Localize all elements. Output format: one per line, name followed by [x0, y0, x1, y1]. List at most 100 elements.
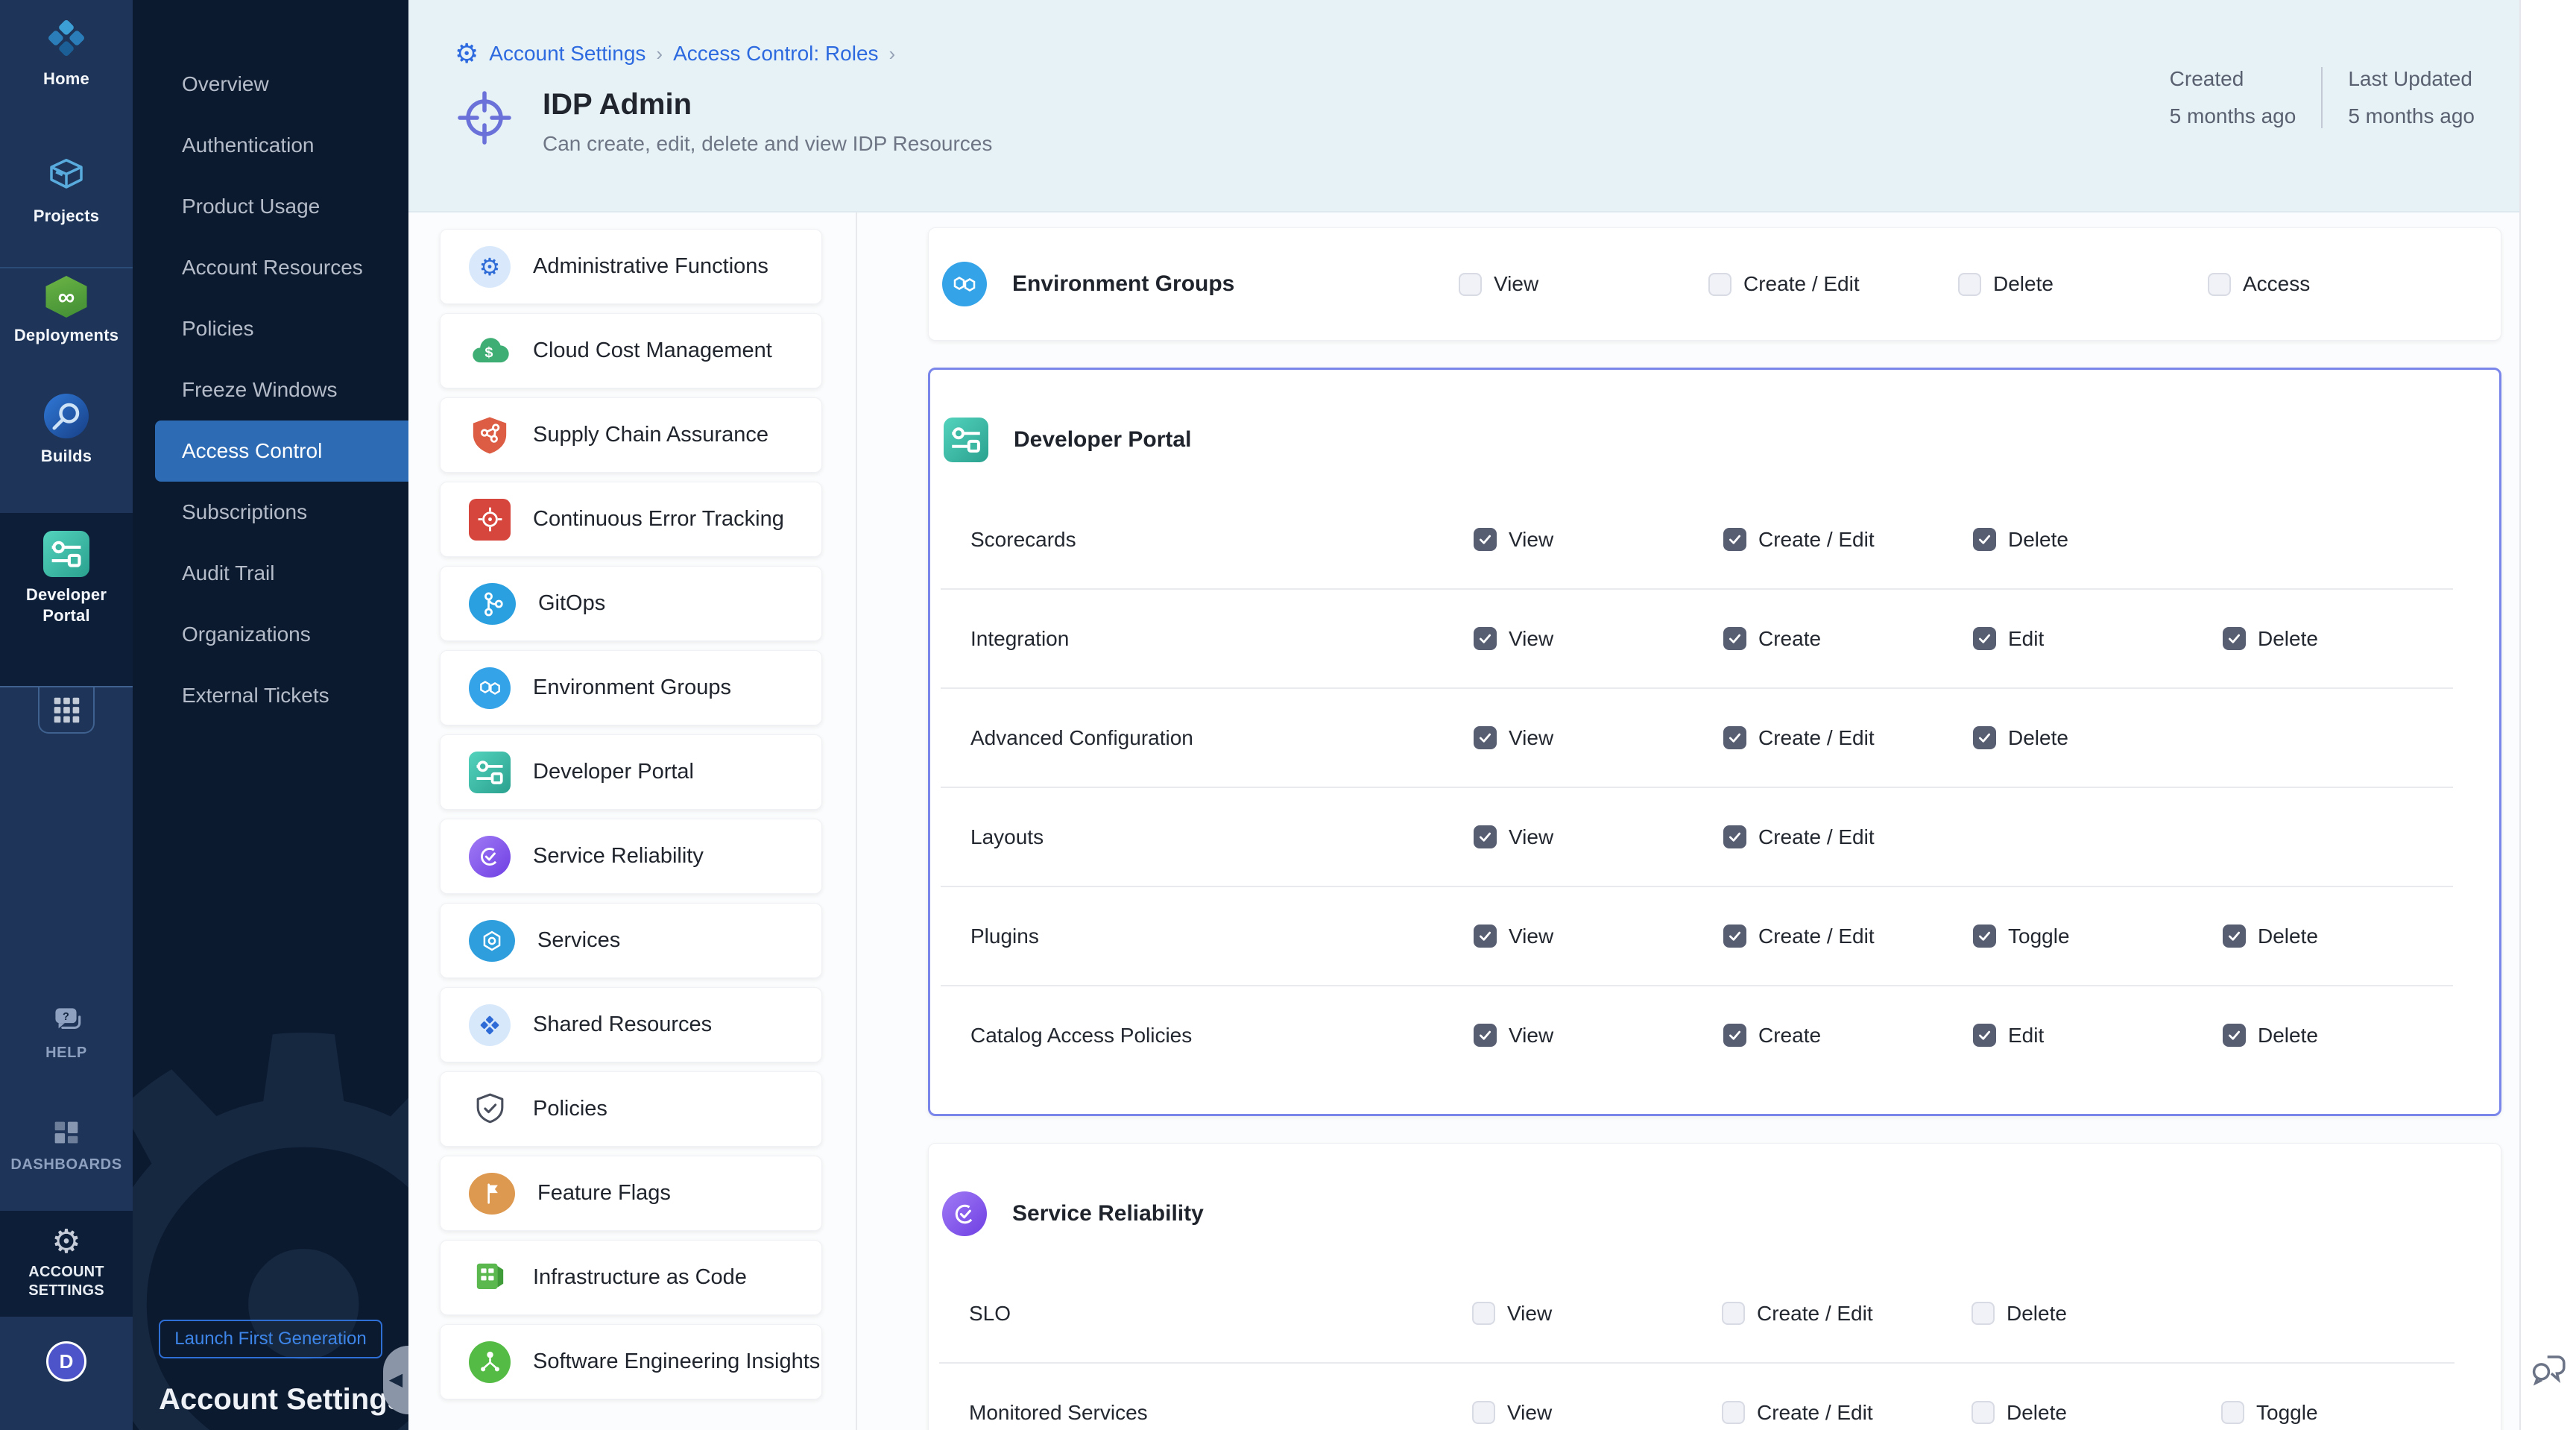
permission-edit: Edit: [1973, 627, 2223, 651]
resource-list-item-policies[interactable]: Policies: [440, 1071, 822, 1147]
sidebar-item-freeze-windows[interactable]: Freeze Windows: [133, 359, 408, 421]
sidebar-item-product-usage[interactable]: Product Usage: [133, 176, 408, 237]
permission-row-label: Monitored Services: [969, 1401, 1472, 1425]
checkbox-unchecked[interactable]: [1972, 1302, 1995, 1325]
resource-list-item-developer-portal[interactable]: Developer Portal: [440, 734, 822, 810]
rail-divider: [0, 267, 133, 268]
checkbox-unchecked[interactable]: [1459, 273, 1482, 296]
checkbox-checked[interactable]: [1973, 925, 1996, 948]
checkbox-checked[interactable]: [2223, 925, 2246, 948]
resource-list-item-environment-groups[interactable]: Environment Groups: [440, 650, 822, 725]
resource-list-item-supply-chain-assurance[interactable]: Supply Chain Assurance: [440, 397, 822, 473]
resource-list-item-shared-resources[interactable]: Shared Resources: [440, 987, 822, 1062]
checkbox-label: Edit: [2008, 627, 2044, 651]
checkbox-checked[interactable]: [1723, 825, 1746, 848]
sidebar-item-external-tickets[interactable]: External Tickets: [133, 665, 408, 726]
sidebar-item-organizations[interactable]: Organizations: [133, 604, 408, 665]
page-subtitle: Can create, edit, delete and view IDP Re…: [543, 132, 992, 156]
checkbox-checked[interactable]: [1973, 1024, 1996, 1047]
checkbox-checked[interactable]: [1474, 528, 1497, 551]
user-avatar[interactable]: D: [46, 1341, 86, 1382]
checkbox-checked[interactable]: [2223, 627, 2246, 650]
checkbox-label: Create / Edit: [1757, 1401, 1873, 1425]
resource-list-item-cloud-cost-management[interactable]: $ Cloud Cost Management: [440, 313, 822, 388]
rail-item-home[interactable]: Home: [0, 15, 133, 89]
module-grid-button[interactable]: [38, 687, 95, 734]
permission-create: Create: [1723, 1024, 1973, 1048]
checkbox-checked[interactable]: [1723, 726, 1746, 749]
permission-section-developer-portal: Developer PortalScorecardsViewCreate / E…: [928, 368, 2501, 1116]
rail-item-developer-portal[interactable]: Developer Portal: [0, 531, 133, 626]
section-title: Service Reliability: [1012, 1201, 1204, 1226]
gitops-icon: [469, 583, 516, 625]
checkbox-checked[interactable]: [1723, 1024, 1746, 1047]
settings-menu: OverviewAuthenticationProduct UsageAccou…: [133, 54, 408, 726]
sidebar-item-access-control[interactable]: Access Control: [155, 421, 408, 482]
resource-list-item-software-engineering-insights[interactable]: Software Engineering Insights: [440, 1324, 822, 1399]
support-chat-icon[interactable]: [2528, 1346, 2570, 1388]
permission-create-edit: Create / Edit: [1723, 925, 1973, 948]
rail-item-dashboards[interactable]: DASHBOARDS: [0, 1115, 133, 1174]
launch-first-generation-button[interactable]: Launch First Generation: [159, 1320, 382, 1358]
resource-list-item-gitops[interactable]: GitOps: [440, 566, 822, 641]
checkbox-checked[interactable]: [1474, 627, 1497, 650]
rail-item-account-settings[interactable]: ⚙ ACCOUNT SETTINGS: [0, 1226, 133, 1300]
checkbox-unchecked[interactable]: [1958, 273, 1981, 296]
resource-list-item-continuous-error-tracking[interactable]: Continuous Error Tracking: [440, 482, 822, 557]
breadcrumb-link-account-settings[interactable]: Account Settings: [489, 42, 645, 66]
svg-text:$: $: [484, 344, 493, 361]
checkbox-unchecked[interactable]: [1472, 1401, 1495, 1424]
checkbox-checked[interactable]: [1474, 726, 1497, 749]
resource-list-item-label: Cloud Cost Management: [533, 338, 772, 363]
permission-view: View: [1472, 1401, 1722, 1425]
rail-item-help[interactable]: ? HELP: [0, 1002, 133, 1062]
checkbox-unchecked[interactable]: [2221, 1401, 2244, 1424]
sidebar-item-audit-trail[interactable]: Audit Trail: [133, 543, 408, 604]
resource-list-item-administrative-functions[interactable]: ⚙Administrative Functions: [440, 229, 822, 304]
checkbox-unchecked[interactable]: [1972, 1401, 1995, 1424]
sidebar-item-subscriptions[interactable]: Subscriptions: [133, 482, 408, 543]
sidebar-item-authentication[interactable]: Authentication: [133, 115, 408, 176]
resource-list-item-service-reliability[interactable]: Service Reliability: [440, 819, 822, 894]
checkbox-checked[interactable]: [1973, 528, 1996, 551]
permission-view: View: [1474, 627, 1723, 651]
checkbox-unchecked[interactable]: [1722, 1302, 1745, 1325]
resource-list-item-label: Software Engineering Insights: [533, 1349, 820, 1374]
checkbox-label: View: [1494, 272, 1538, 296]
checkbox-unchecked[interactable]: [1472, 1302, 1495, 1325]
resource-list-item-services[interactable]: Services: [440, 903, 822, 978]
permission-view: View: [1474, 925, 1723, 948]
permission-delete: Delete: [1972, 1302, 2221, 1326]
resource-list-item-label: Environment Groups: [533, 675, 731, 700]
checkbox-unchecked[interactable]: [2208, 273, 2231, 296]
checkbox-unchecked[interactable]: [1722, 1401, 1745, 1424]
checkbox-checked[interactable]: [1723, 627, 1746, 650]
checkbox-unchecked[interactable]: [1708, 273, 1731, 296]
resource-list-item-infrastructure-as-code[interactable]: Infrastructure as Code: [440, 1240, 822, 1315]
checkbox-checked[interactable]: [1723, 528, 1746, 551]
infrastructure-as-code-icon: [469, 1257, 511, 1299]
resource-list-item-feature-flags[interactable]: Feature Flags: [440, 1156, 822, 1231]
checkbox-label: Delete: [2007, 1401, 2067, 1425]
rail-item-builds[interactable]: Builds: [0, 394, 133, 467]
checkbox-checked[interactable]: [1474, 1024, 1497, 1047]
sidebar-item-account-resources[interactable]: Account Resources: [133, 237, 408, 298]
checkbox-checked[interactable]: [1474, 925, 1497, 948]
permission-create-edit: Create / Edit: [1723, 726, 1973, 750]
checkbox-label: View: [1507, 1401, 1552, 1425]
breadcrumb-link-access-control-roles[interactable]: Access Control: Roles: [673, 42, 878, 66]
breadcrumb-separator: ›: [656, 42, 663, 66]
checkbox-checked[interactable]: [1474, 825, 1497, 848]
developer-portal-icon: [469, 752, 511, 793]
checkbox-checked[interactable]: [2223, 1024, 2246, 1047]
permission-toggle: Toggle: [1973, 925, 2223, 948]
checkbox-checked[interactable]: [1973, 627, 1996, 650]
rail-item-projects[interactable]: Projects: [0, 154, 133, 227]
permission-delete: Delete: [1958, 272, 2208, 296]
rail-item-deployments[interactable]: ∞ Deployments: [0, 276, 133, 346]
checkbox-checked[interactable]: [1723, 925, 1746, 948]
sidebar-item-overview[interactable]: Overview: [133, 54, 408, 115]
services-icon: [469, 920, 515, 962]
checkbox-checked[interactable]: [1973, 726, 1996, 749]
sidebar-item-policies[interactable]: Policies: [133, 298, 408, 359]
